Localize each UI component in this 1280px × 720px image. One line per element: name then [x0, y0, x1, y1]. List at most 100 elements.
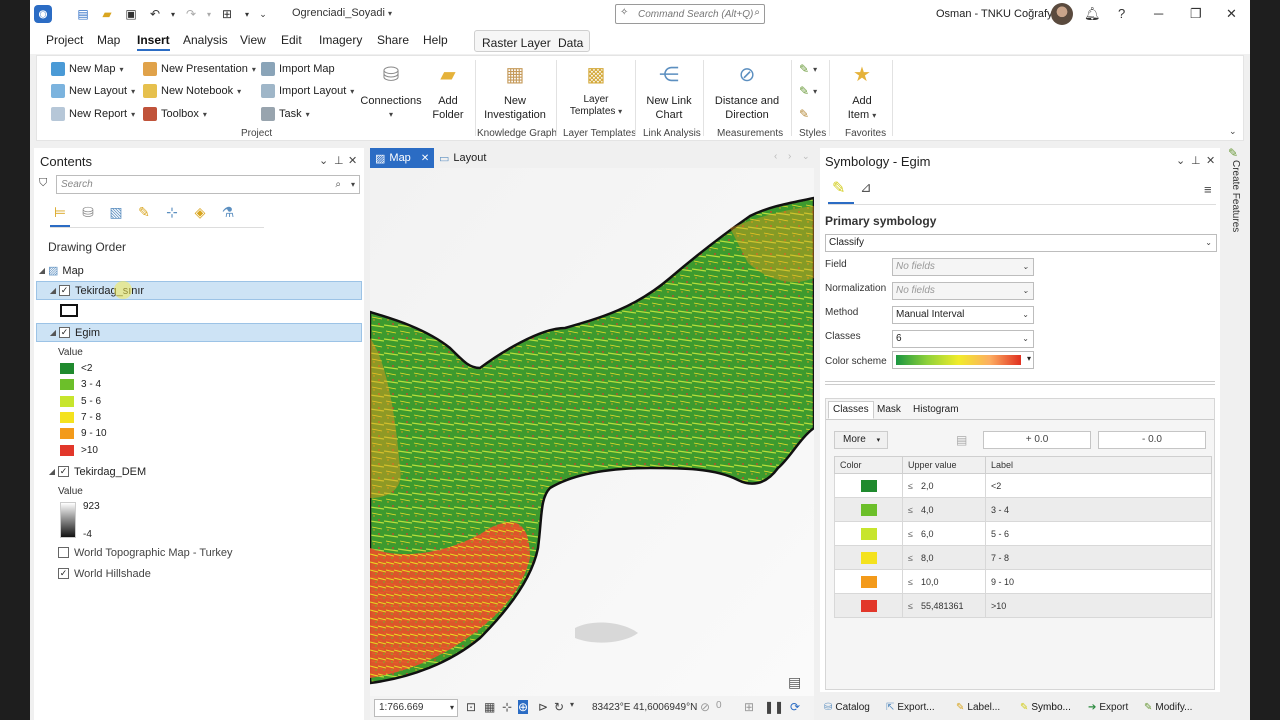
tree-item-egim[interactable]: ◢ ✓ Egim — [36, 323, 362, 342]
legend-item[interactable]: 9 - 10 — [60, 428, 107, 440]
collapse-icon[interactable]: ◢ — [36, 266, 48, 275]
list-by-snapping-icon[interactable]: ⊹ — [162, 202, 182, 222]
tab-layout-view[interactable]: ▭ Layout — [434, 148, 491, 168]
legend-item[interactable]: >10 — [60, 444, 98, 456]
new-project-icon[interactable]: ▤ — [72, 3, 94, 25]
table-row[interactable]: ≤4,0 3 - 4 — [834, 497, 1212, 522]
scroll-left-icon[interactable]: ‹ — [774, 151, 777, 162]
customize-dropdown-icon[interactable]: ▾ — [240, 3, 254, 25]
tab-map[interactable]: Map — [97, 33, 120, 47]
class-color-swatch[interactable] — [860, 527, 877, 540]
legend-swatch[interactable] — [60, 444, 74, 456]
table-row[interactable]: ≤10,0 9 - 10 — [834, 569, 1212, 594]
layout-icon[interactable]: ⊞ — [216, 3, 238, 25]
tab-histogram[interactable]: Histogram — [908, 401, 964, 419]
layer-visibility-checkbox[interactable]: ✓ — [59, 327, 70, 338]
tab-share[interactable]: Share — [377, 33, 409, 47]
document-title[interactable]: Ogrenciadi_Soyadi ▾ — [292, 7, 392, 19]
tree-item-tekirdag-sinir[interactable]: ◢ ✓ Tekirdag_sınır — [36, 281, 362, 300]
class-color-swatch[interactable] — [860, 599, 877, 612]
new-link-chart-button[interactable]: ⋲ New Link Chart — [641, 62, 697, 122]
pause-icon[interactable]: ❚❚ — [764, 700, 784, 714]
legend-item[interactable]: 3 - 4 — [60, 379, 101, 391]
layer-visibility-checkbox[interactable]: ✓ — [58, 568, 69, 579]
command-search-input[interactable]: ✧ Command Search (Alt+Q) ⌕ — [615, 4, 765, 24]
legend-swatch[interactable] — [60, 363, 74, 374]
class-upper-value-cell[interactable]: ≤4,0 — [902, 497, 986, 522]
table-options-icon[interactable]: ▤ — [956, 433, 967, 447]
undo-dropdown-icon[interactable]: ▾ — [168, 3, 178, 25]
list-by-editing-icon[interactable]: ✎ — [134, 202, 154, 222]
table-icon[interactable]: ⊞ — [744, 700, 754, 714]
snapping-icon[interactable]: ⊹ — [502, 700, 512, 714]
primary-symbology-icon[interactable]: ✎ — [832, 178, 845, 198]
close-icon[interactable]: ✕ — [1206, 154, 1215, 167]
class-color-cell[interactable] — [834, 569, 903, 594]
list-by-perspective-icon[interactable]: ⚗ — [218, 202, 238, 222]
collapse-icon[interactable]: ◢ — [47, 286, 59, 295]
document-dropdown-icon[interactable]: ▾ — [388, 9, 392, 18]
class-color-cell[interactable] — [834, 545, 903, 570]
tab-imagery[interactable]: Imagery — [319, 33, 362, 47]
tab-mask[interactable]: Mask — [872, 401, 906, 419]
restore-icon[interactable]: ❐ — [1190, 6, 1202, 22]
tree-item-map[interactable]: ◢ ▨ Map — [36, 261, 362, 280]
contents-search-input[interactable]: Search ⌕ ▾ — [56, 175, 360, 194]
class-color-swatch[interactable] — [860, 551, 877, 564]
normalization-select[interactable]: No fields ⌄ — [892, 282, 1034, 300]
class-upper-value-cell[interactable]: ≤2,0 — [902, 473, 986, 498]
grid-icon[interactable]: ▦ — [484, 700, 495, 714]
tab-raster-layer[interactable]: Raster Layer — [482, 36, 551, 50]
legend-swatch[interactable] — [60, 428, 74, 440]
class-label-cell[interactable]: >10 — [985, 593, 1212, 618]
layer-visibility-checkbox[interactable]: ✓ — [59, 285, 70, 296]
add-value-input[interactable]: + 0.0 — [983, 431, 1091, 449]
legend-item[interactable]: <2 — [60, 363, 92, 374]
chevron-down-icon[interactable]: ▾ — [570, 700, 574, 709]
new-notebook-button[interactable]: New Notebook ▾ — [143, 84, 241, 98]
class-color-swatch[interactable] — [860, 479, 877, 492]
new-report-button[interactable]: New Report ▾ — [51, 107, 135, 121]
import-map-button[interactable]: Import Map — [261, 62, 335, 76]
boundary-symbol-swatch[interactable] — [60, 304, 78, 317]
legend-swatch[interactable] — [60, 411, 74, 423]
user-name[interactable]: Osman - TNKU Coğrafya — [936, 8, 1059, 20]
rotate-icon[interactable]: ↻ — [554, 700, 564, 714]
class-upper-value-cell[interactable]: ≤55,481361 — [902, 593, 986, 618]
app-logo-icon[interactable]: ◉ — [34, 5, 52, 23]
help-button[interactable]: ? — [1118, 6, 1125, 21]
column-header-color[interactable]: Color — [834, 456, 903, 474]
style-button-3[interactable]: ✎ — [799, 107, 809, 121]
new-layout-button[interactable]: New Layout ▾ — [51, 84, 135, 98]
filter-icon[interactable]: ⛉ — [39, 177, 47, 190]
create-features-label[interactable]: Create Features — [1230, 160, 1241, 232]
style-button-2[interactable]: ✎ ▾ — [799, 84, 817, 98]
undo-icon[interactable]: ↶ — [144, 3, 166, 25]
style-button-1[interactable]: ✎ ▾ — [799, 62, 817, 76]
column-header-label[interactable]: Label — [985, 456, 1212, 474]
tab-export-2[interactable]: ➔ Export — [1088, 702, 1128, 713]
tab-list-chevron-icon[interactable]: ⌄ — [802, 151, 810, 162]
tab-catalog[interactable]: ⛁ Catalog — [824, 702, 870, 713]
classification-method-select[interactable]: Manual Interval ⌄ — [892, 306, 1034, 324]
map-scale-select[interactable]: 1:766.669 ▾ — [374, 699, 458, 717]
avatar[interactable] — [1051, 3, 1073, 25]
tab-label[interactable]: ✎ Label... — [956, 702, 1000, 713]
classes-count-select[interactable]: 6 ⌄ — [892, 330, 1034, 348]
refresh-icon[interactable]: ⟳ — [790, 700, 800, 714]
tab-modify[interactable]: ✎ Modify... — [1144, 702, 1192, 713]
class-label-cell[interactable]: 3 - 4 — [985, 497, 1212, 522]
list-by-drawing-order-icon[interactable]: ⊨ — [50, 202, 70, 222]
column-header-upper-value[interactable]: Upper value — [902, 456, 986, 474]
dem-gradient-swatch[interactable] — [60, 502, 76, 538]
map-overlay-icon[interactable]: ▤ — [788, 674, 801, 691]
close-icon[interactable]: ✕ — [348, 154, 357, 167]
redo-dropdown-icon[interactable]: ▾ — [204, 3, 214, 25]
list-by-labeling-icon[interactable]: ◈ — [190, 202, 210, 222]
more-button[interactable]: More ▾ — [834, 431, 888, 449]
layer-visibility-checkbox[interactable] — [58, 547, 69, 558]
tab-edit[interactable]: Edit — [281, 33, 302, 47]
tree-item-tekirdag-dem[interactable]: ◢ ✓ Tekirdag_DEM — [36, 462, 362, 481]
selected-features-icon[interactable]: ⊘ — [700, 700, 710, 714]
class-upper-value-cell[interactable]: ≤10,0 — [902, 569, 986, 594]
